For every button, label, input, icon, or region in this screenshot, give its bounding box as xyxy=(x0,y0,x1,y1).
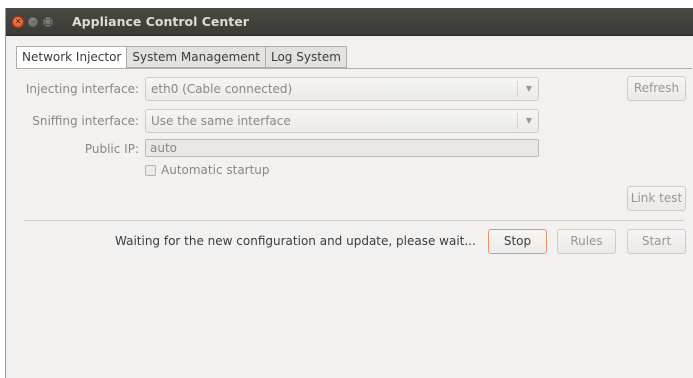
close-button[interactable]: ✕ xyxy=(12,16,24,28)
injecting-interface-value: eth0 (Cable connected) xyxy=(151,82,293,96)
sniffing-interface-value: Use the same interface xyxy=(151,114,291,128)
public-ip-label: Public IP: xyxy=(84,142,139,156)
rules-button[interactable]: Rules xyxy=(557,229,616,254)
automatic-startup-label: Automatic startup xyxy=(161,163,270,177)
network-injector-panel: Injecting interface: eth0 (Cable connect… xyxy=(16,68,692,378)
sniffing-interface-label: Sniffing interface: xyxy=(32,114,139,128)
tab-log-system[interactable]: Log System xyxy=(264,46,347,68)
injecting-interface-label: Injecting interface: xyxy=(25,82,139,96)
close-icon: ✕ xyxy=(14,17,22,26)
app-window: ✕ – □ Appliance Control Center Network I… xyxy=(5,8,693,378)
maximize-icon: □ xyxy=(44,17,52,26)
separator xyxy=(24,220,684,221)
automatic-startup-checkbox[interactable]: Automatic startup xyxy=(145,163,270,177)
tab-network-injector[interactable]: Network Injector xyxy=(16,46,127,69)
chevron-down-icon: ▼ xyxy=(525,116,532,125)
chevron-down-icon: ▼ xyxy=(525,84,532,93)
sniffing-interface-select[interactable]: Use the same interface ▼ xyxy=(145,109,539,133)
stop-button[interactable]: Stop xyxy=(488,229,547,254)
minimize-button[interactable]: – xyxy=(27,16,39,28)
link-test-button[interactable]: Link test xyxy=(627,186,686,211)
tab-bar: Network Injector System Management Log S… xyxy=(16,46,347,69)
checkbox-box xyxy=(145,164,156,176)
combo-separator xyxy=(517,81,518,97)
start-button[interactable]: Start xyxy=(627,229,686,254)
public-ip-field[interactable]: auto xyxy=(145,139,539,157)
combo-separator xyxy=(517,113,518,129)
status-message: Waiting for the new configuration and up… xyxy=(115,234,476,248)
refresh-button[interactable]: Refresh xyxy=(627,76,686,101)
maximize-button[interactable]: □ xyxy=(42,16,54,28)
minimize-icon: – xyxy=(31,17,35,26)
injecting-interface-select[interactable]: eth0 (Cable connected) ▼ xyxy=(145,77,539,101)
window-title: Appliance Control Center xyxy=(72,14,249,29)
tab-system-management[interactable]: System Management xyxy=(126,46,265,68)
title-bar: ✕ – □ Appliance Control Center xyxy=(6,8,693,36)
